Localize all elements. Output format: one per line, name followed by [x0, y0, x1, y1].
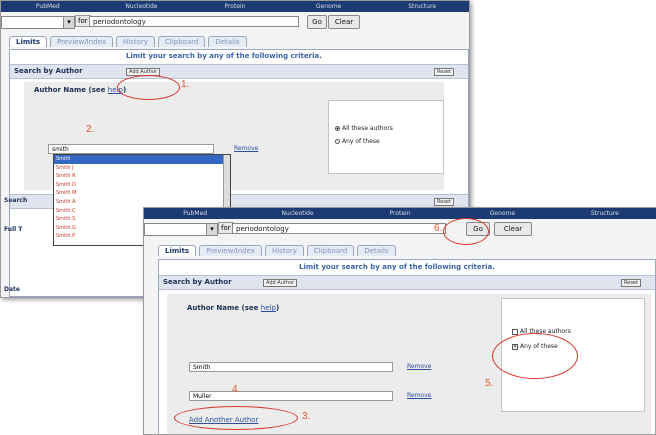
checkbox-any-authors[interactable]: ✕ Any of these [512, 343, 558, 350]
tab-preview-index[interactable]: Preview/Index [50, 36, 113, 47]
menu-item[interactable]: Structure [375, 3, 469, 10]
list-item[interactable]: Smith A [54, 198, 230, 207]
menu-item[interactable]: Protein [188, 3, 282, 10]
radio-unselected-icon [335, 139, 340, 144]
chevron-down-icon: ▾ [206, 224, 217, 235]
screenshot-2: PubMed Nucleotide Protein Genome Structu… [143, 207, 656, 435]
list-item[interactable]: Smith R [54, 172, 230, 181]
search-input[interactable]: periodontology [89, 16, 299, 27]
tab-details[interactable]: Details [357, 245, 396, 256]
chevron-down-icon: ▾ [63, 17, 74, 28]
author-section-bar: Search by Author Add Author Reset [10, 64, 468, 79]
section-stub: Full T [4, 226, 23, 233]
list-item[interactable]: Smith [54, 155, 230, 164]
remove-link-2[interactable]: Remove [407, 392, 431, 399]
combine-box: All these authors ✕ Any of these [501, 298, 645, 412]
section-title: Search by Author [163, 278, 232, 286]
annotation-4: 4. [232, 384, 241, 395]
menu-item[interactable]: PubMed [144, 210, 246, 217]
menu-item[interactable]: Nucleotide [246, 210, 348, 217]
radio-all-authors[interactable]: All these authors [335, 125, 393, 132]
menu-item[interactable]: Nucleotide [95, 3, 189, 10]
author-input[interactable]: smith [48, 144, 214, 154]
checkbox-all-authors[interactable]: All these authors [512, 328, 571, 335]
menu-item[interactable]: Genome [451, 210, 553, 217]
search-input[interactable]: periodontology [232, 223, 446, 234]
database-select[interactable]: ▾ [144, 223, 218, 236]
top-menu: PubMed Nucleotide Protein Genome Structu… [144, 208, 656, 219]
tab-bar: Limits Preview/Index History Clipboard D… [158, 245, 396, 256]
tab-clipboard[interactable]: Clipboard [157, 36, 206, 47]
section-title: Search by Author [14, 67, 83, 75]
annotation-3: 3. [302, 411, 311, 422]
limit-instruction: Limit your search by any of the followin… [299, 263, 495, 271]
go-button[interactable]: Go [466, 222, 490, 236]
reset-button[interactable]: Reset [621, 279, 641, 287]
reset-button[interactable]: Reset [434, 68, 454, 76]
go-button[interactable]: Go [307, 15, 327, 29]
tab-limits[interactable]: Limits [9, 36, 48, 47]
add-author-button[interactable]: Add Author [126, 68, 161, 76]
menu-item[interactable]: Protein [349, 210, 451, 217]
reset-button-2[interactable]: Reset [434, 198, 454, 206]
clear-button[interactable]: Clear [328, 15, 360, 29]
checkbox-icon [512, 328, 518, 335]
radio-selected-icon [335, 126, 340, 131]
tab-limits[interactable]: Limits [158, 245, 197, 256]
checkbox-checked-icon: ✕ [512, 343, 518, 350]
section-stub: Search [4, 197, 28, 204]
tab-history[interactable]: History [115, 36, 155, 47]
annotation-5: 5. [485, 378, 494, 389]
remove-link[interactable]: Remove [234, 145, 258, 152]
database-select[interactable]: ▾ [1, 16, 75, 29]
author-name-label: Author Name (see help) [34, 86, 127, 94]
author-section-bar: Search by Author Add Author Reset [159, 275, 655, 290]
tab-clipboard[interactable]: Clipboard [306, 245, 355, 256]
top-menu: PubMed Nucleotide Protein Genome Structu… [1, 1, 469, 12]
menu-item[interactable]: PubMed [1, 3, 95, 10]
add-another-author-link[interactable]: Add Another Author [189, 416, 258, 424]
annotation-6: 6. [434, 223, 443, 234]
author-name-label: Author Name (see help) [187, 304, 280, 312]
tab-bar: Limits Preview/Index History Clipboard D… [9, 36, 247, 47]
list-item[interactable]: Smith J [54, 164, 230, 173]
add-author-button[interactable]: Add Author [263, 279, 298, 287]
annotation-2: 2. [86, 124, 95, 135]
section-stub: Date [4, 286, 20, 293]
radio-any-authors[interactable]: Any of these [335, 138, 380, 145]
list-item[interactable]: Smith M [54, 189, 230, 198]
author-area: Author Name (see help) Smith Remove Mull… [167, 294, 651, 434]
limits-panel: Limit your search by any of the followin… [158, 259, 656, 434]
tab-details[interactable]: Details [208, 36, 247, 47]
limit-instruction: Limit your search by any of the followin… [126, 52, 322, 60]
menu-item[interactable]: Genome [282, 3, 376, 10]
remove-link-1[interactable]: Remove [407, 363, 431, 370]
author-input-1[interactable]: Smith [189, 362, 393, 372]
help-link[interactable]: help [261, 304, 276, 312]
clear-button[interactable]: Clear [494, 222, 532, 236]
menu-item[interactable]: Structure [554, 210, 656, 217]
list-item[interactable]: Smith D [54, 181, 230, 190]
combine-box: All these authors Any of these [328, 100, 444, 174]
author-input-2[interactable]: Muller [189, 391, 393, 401]
tab-history[interactable]: History [264, 245, 304, 256]
annotation-1: 1. [181, 79, 190, 90]
tab-preview-index[interactable]: Preview/Index [199, 245, 262, 256]
help-link[interactable]: help [108, 86, 123, 94]
